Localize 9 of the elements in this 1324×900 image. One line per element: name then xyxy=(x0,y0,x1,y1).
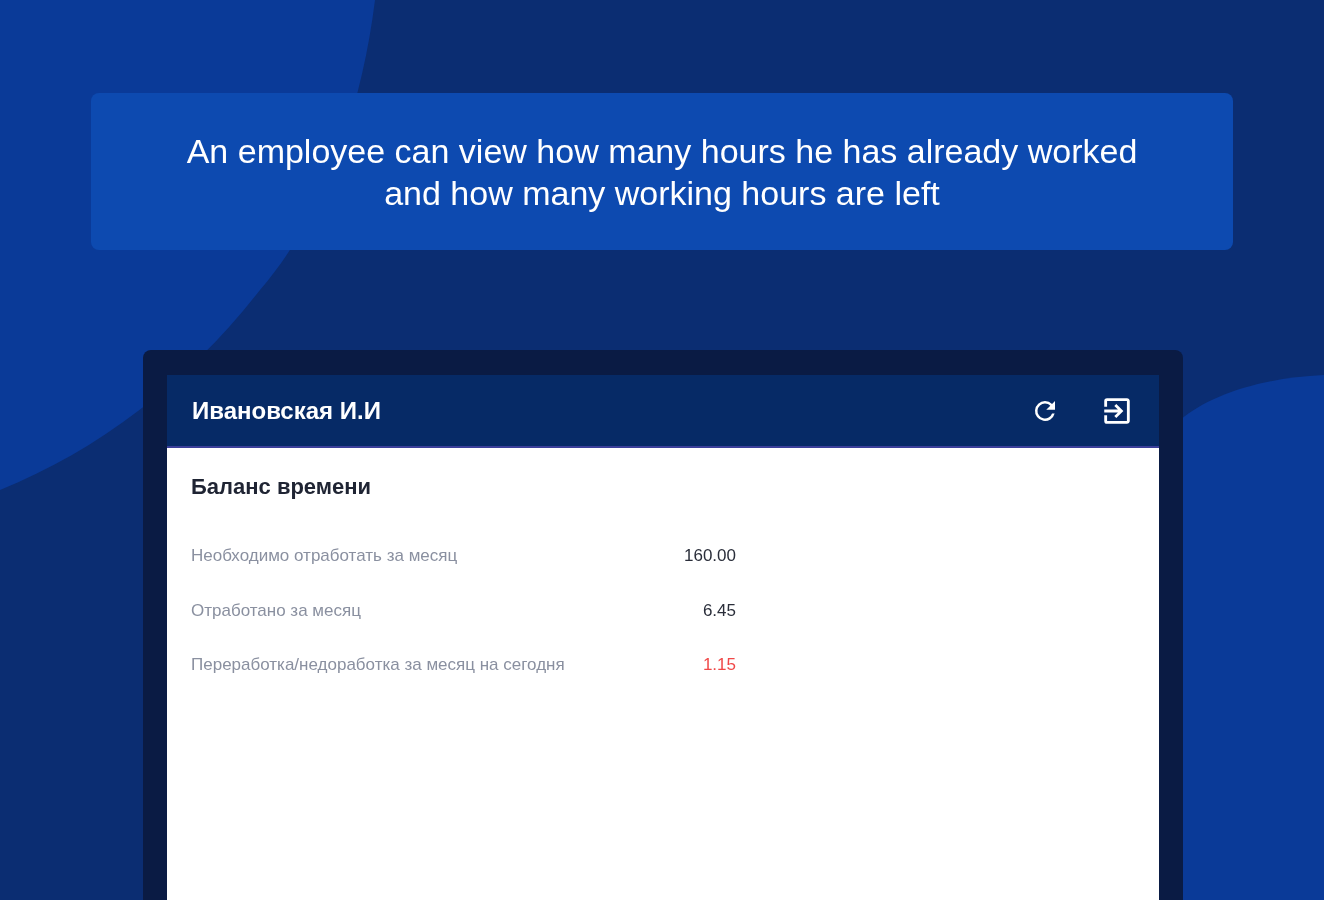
section-title: Баланс времени xyxy=(191,473,373,501)
row-label: Отработано за месяц xyxy=(191,599,361,622)
row-label: Необходимо отработать за месяц xyxy=(191,545,458,567)
row-value: 1.15 xyxy=(702,654,736,676)
caption-text: An employee can view how many hours he has already worked and how many working hours are left xyxy=(185,130,1139,214)
row-value: 6.45 xyxy=(702,599,736,622)
row-label: Переработка/недоработка за месяц на сегодня xyxy=(191,654,565,676)
row-value: 160.00 xyxy=(684,545,736,567)
user-name: Ивановская И.И xyxy=(192,395,382,426)
